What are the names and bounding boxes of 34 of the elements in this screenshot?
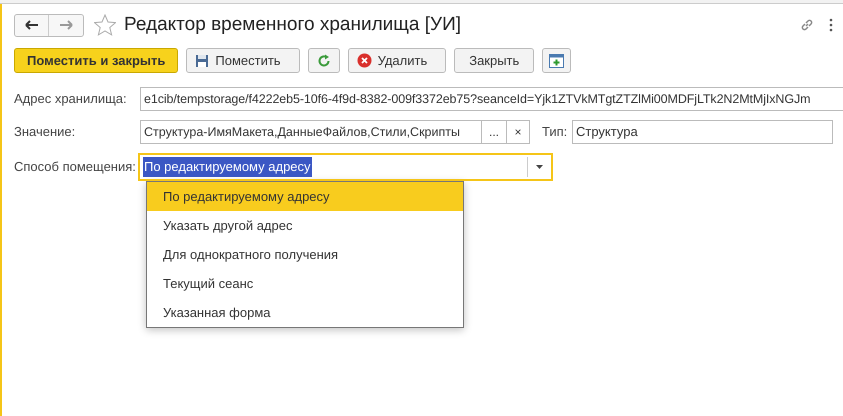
refresh-button[interactable] [308,48,340,73]
select-button[interactable]: ... [482,120,507,144]
dropdown-option[interactable]: Указанная форма [147,298,463,327]
more-icon[interactable] [829,18,833,32]
star-icon[interactable] [94,14,116,36]
delete-icon [356,53,372,68]
add-button[interactable] [542,48,572,73]
field-label: Адрес хранилища: [14,90,128,108]
save-button[interactable]: Поместить [186,48,300,73]
right-arrow-icon [59,20,73,30]
dropdown-value: По редактируемому адресу [143,157,312,177]
save-and-close-button[interactable]: Поместить и закрыть [14,48,178,73]
clear-button[interactable]: × [507,120,530,144]
left-arrow-icon [24,20,38,30]
address-field[interactable]: e1cib/tempstorage/f4222eb5-10f6-4f9d-8382-009f3372eb75?seanceId=Yjk1ZTVkMTgtZTZlMi00MDFjLTk2N2MtMjIxNGJm [140,87,843,111]
address-value: e1cib/tempstorage/f4222eb5-10f6-4f9d-8382-009f3372eb75?seanceId=Yjk1ZTVkMTgtZTZlMi00MDFjLTk2N2MtMjIxNGJm [144,90,810,108]
dropdown-option[interactable]: Для однократного получения [147,240,463,269]
dropdown-option[interactable]: По редактируемому адресу [147,182,463,211]
type-value: Структура [576,123,638,142]
field-label: Тип: [542,123,568,142]
field-label: Значение: [14,123,76,142]
close-button[interactable]: Закрыть [454,48,534,73]
type-field[interactable]: Структура [572,120,833,144]
caret-icon [536,165,543,169]
window-title: Редактор временного хранилища [УИ] [124,12,462,37]
dropdown-option[interactable]: Указать другой адрес [147,211,463,240]
add-window-icon [549,54,564,68]
dropdown-option[interactable]: Текущий сеанс [147,269,463,298]
refresh-icon [316,54,331,68]
link-icon[interactable] [799,17,815,33]
delete-button[interactable]: Удалить [348,48,446,73]
field-label: Способ помещения: [14,158,137,176]
value-text: Структура-ИмяМакета,ДанныеФайлов,Стили,Скрипты [144,124,460,141]
value-field[interactable]: Структура-ИмяМакета,ДанныеФайлов,Стили,Скрипты [140,120,482,144]
